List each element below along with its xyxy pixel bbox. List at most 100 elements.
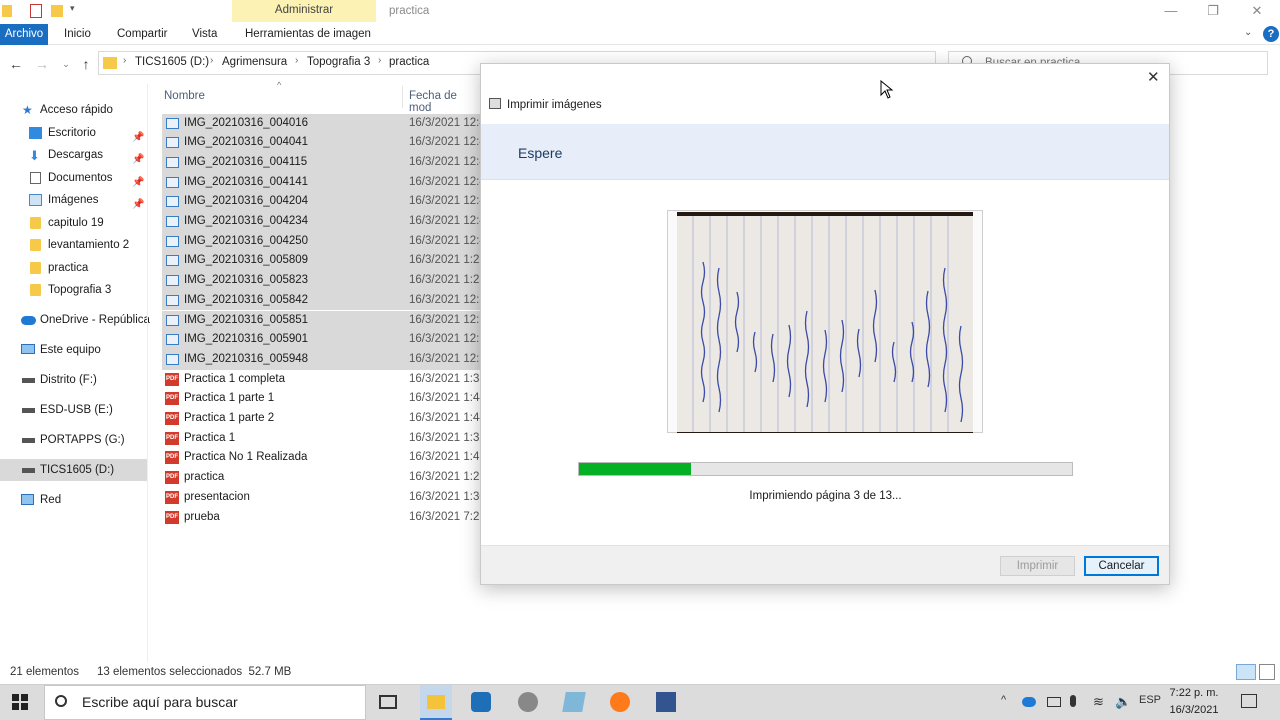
column-nombre[interactable]: Nombre [164, 90, 205, 102]
taskbar-search-input[interactable]: Escribe aquí para buscar [44, 685, 366, 720]
file-row[interactable]: IMG_20210316_004041 16/3/2021 12:4 [162, 133, 486, 153]
minimize-button[interactable]: — [1148, 0, 1194, 24]
up-arrow-icon[interactable]: ↑ [76, 55, 96, 73]
app-save-icon[interactable] [656, 692, 676, 712]
file-row[interactable]: IMG_20210316_005948 16/3/2021 12:5 [162, 349, 486, 370]
forward-arrow-icon[interactable]: → [32, 55, 52, 73]
column-fecha[interactable]: Fecha de mod [409, 90, 480, 114]
file-row[interactable]: PDF Practica 1 16/3/2021 1:32 [162, 429, 486, 449]
file-row[interactable]: IMG_20210316_004204 16/3/2021 12:4 [162, 192, 486, 212]
tab-vista[interactable]: Vista [192, 24, 217, 45]
file-row[interactable]: IMG_20210316_005823 16/3/2021 1:23 [162, 271, 486, 291]
details-view-icon[interactable] [1236, 664, 1256, 680]
tab-compartir[interactable]: Compartir [117, 24, 167, 45]
nav-item-capitulo-19[interactable]: capitulo 19 [0, 212, 148, 234]
manage-contextual-tab[interactable]: Administrar [232, 0, 376, 22]
file-row[interactable]: IMG_20210316_004141 16/3/2021 12:4 [162, 172, 486, 193]
file-date: 16/3/2021 12:4 [409, 136, 486, 149]
notifications-icon[interactable] [1241, 694, 1257, 708]
tab-archivo[interactable]: Archivo [0, 24, 48, 45]
nav-item-esd-usb[interactable]: ESD-USB (E:) [0, 399, 148, 421]
quick-access-dropdown-icon[interactable]: ▾ [70, 3, 75, 14]
file-row[interactable]: IMG_20210316_005842 16/3/2021 12:5 [162, 290, 486, 311]
print-button[interactable]: Imprimir [1000, 556, 1075, 576]
nav-item-documentos[interactable]: Documentos 📌 [0, 167, 148, 189]
volume-icon[interactable]: 🔈 [1115, 694, 1131, 710]
task-view-icon[interactable] [379, 695, 397, 709]
clock-time[interactable]: 7:22 p. m. [1162, 687, 1226, 699]
breadcrumb-drive[interactable]: TICS1605 (D:) [135, 56, 209, 68]
tab-herramientas-imagen[interactable]: Herramientas de imagen [245, 24, 371, 45]
app-circle-icon[interactable] [518, 692, 538, 712]
file-row[interactable]: PDF Practica 1 parte 2 16/3/2021 1:44 [162, 409, 486, 429]
help-icon[interactable]: ? [1263, 26, 1279, 42]
file-row[interactable]: IMG_20210316_004115 16/3/2021 12:4 [162, 152, 486, 173]
app-gear-icon[interactable] [471, 692, 491, 712]
wifi-icon[interactable]: ≋ [1093, 694, 1104, 710]
nav-item-topografia-3[interactable]: Topografia 3 [0, 279, 148, 301]
close-button[interactable]: ✕ [1234, 0, 1280, 24]
nav-item-levantamiento-2[interactable]: levantamiento 2 [0, 234, 148, 256]
windows-start-icon[interactable] [12, 694, 28, 710]
breadcrumb-agrimensura[interactable]: Agrimensura [222, 56, 287, 68]
folder-icon [103, 57, 117, 69]
chevron-up-icon[interactable]: ^ [1001, 694, 1006, 706]
pane-divider[interactable] [147, 84, 148, 662]
file-row[interactable]: PDF Practica No 1 Realizada 16/3/2021 1:46 [162, 448, 486, 468]
dialog-close-button[interactable]: ✕ [1147, 68, 1160, 86]
expand-ribbon-icon[interactable]: ⌄ [1244, 27, 1252, 38]
file-row[interactable]: PDF prueba 16/3/2021 7:21 [162, 508, 486, 528]
file-row[interactable]: PDF Practica 1 completa 16/3/2021 1:33 [162, 370, 486, 390]
file-name: practica [184, 471, 225, 484]
nav-item-este-equipo[interactable]: Este equipo [0, 339, 148, 361]
app-document-icon[interactable] [562, 692, 586, 712]
properties-icon[interactable] [30, 4, 42, 18]
file-row[interactable]: IMG_20210316_004234 16/3/2021 12:4 [162, 212, 486, 232]
battery-icon[interactable] [1047, 697, 1061, 707]
file-row[interactable]: IMG_20210316_004016 16/3/2021 12:4 [162, 113, 486, 134]
file-row[interactable]: PDF Practica 1 parte 1 16/3/2021 1:44 [162, 389, 486, 409]
nav-item-tics1605[interactable]: TICS1605 (D:) [0, 459, 148, 481]
clock-date[interactable]: 16/3/2021 [1162, 704, 1226, 716]
file-date: 16/3/2021 12:5 [409, 352, 486, 365]
recent-locations-chevron-icon[interactable]: ⌄ [56, 55, 76, 73]
status-bar: 21 elementos 13 elementos seleccionados … [0, 662, 1280, 684]
restore-button[interactable]: ❐ [1190, 0, 1236, 24]
tab-inicio[interactable]: Inicio [64, 24, 91, 45]
nav-item-practica[interactable]: practica [0, 257, 148, 279]
nav-item-quick-access[interactable]: ★ Acceso rápido [0, 99, 148, 121]
drive-icon [22, 408, 35, 413]
file-row[interactable]: PDF presentacion 16/3/2021 1:30 [162, 488, 486, 508]
file-row[interactable]: PDF practica 16/3/2021 1:29 [162, 468, 486, 488]
file-name: Practica No 1 Realizada [184, 451, 308, 464]
nav-item-imagenes[interactable]: Imágenes 📌 [0, 189, 148, 211]
file-row[interactable]: IMG_20210316_005851 16/3/2021 12:5 [162, 310, 486, 331]
language-indicator[interactable]: ESP [1139, 694, 1161, 706]
nav-item-label: Descargas [48, 149, 103, 161]
onedrive-icon[interactable] [1022, 697, 1036, 707]
file-name: IMG_20210316_004234 [184, 215, 309, 227]
breadcrumb-practica[interactable]: practica [389, 56, 429, 68]
microphone-icon[interactable] [1070, 695, 1076, 707]
folder-icon[interactable] [2, 5, 12, 17]
selection-info: 13 elementos seleccionados 52.7 MB [97, 666, 292, 678]
file-name: Practica 1 parte 1 [184, 392, 275, 405]
back-arrow-icon[interactable]: ← [6, 55, 26, 73]
new-folder-icon[interactable] [51, 5, 63, 17]
firefox-icon[interactable] [610, 692, 630, 712]
nav-item-escritorio[interactable]: Escritorio 📌 [0, 122, 148, 144]
large-icons-view-icon[interactable] [1259, 664, 1275, 680]
file-explorer-icon[interactable] [427, 695, 445, 709]
column-divider[interactable] [402, 86, 403, 108]
desktop-icon [29, 127, 42, 139]
nav-item-descargas[interactable]: ⬇ Descargas 📌 [0, 144, 148, 166]
nav-item-red[interactable]: Red [0, 489, 148, 511]
file-row[interactable]: IMG_20210316_005901 16/3/2021 12:5 [162, 330, 486, 350]
file-row[interactable]: IMG_20210316_004250 16/3/2021 12:4 [162, 231, 486, 252]
cancel-button[interactable]: Cancelar [1084, 556, 1159, 576]
nav-item-onedrive[interactable]: OneDrive - República [0, 309, 150, 331]
nav-item-distrito[interactable]: Distrito (F:) [0, 369, 148, 391]
breadcrumb-topografia[interactable]: Topografia 3 [307, 56, 370, 68]
nav-item-portapps[interactable]: PORTAPPS (G:) [0, 429, 148, 451]
file-row[interactable]: IMG_20210316_005809 16/3/2021 1:22 [162, 251, 486, 272]
